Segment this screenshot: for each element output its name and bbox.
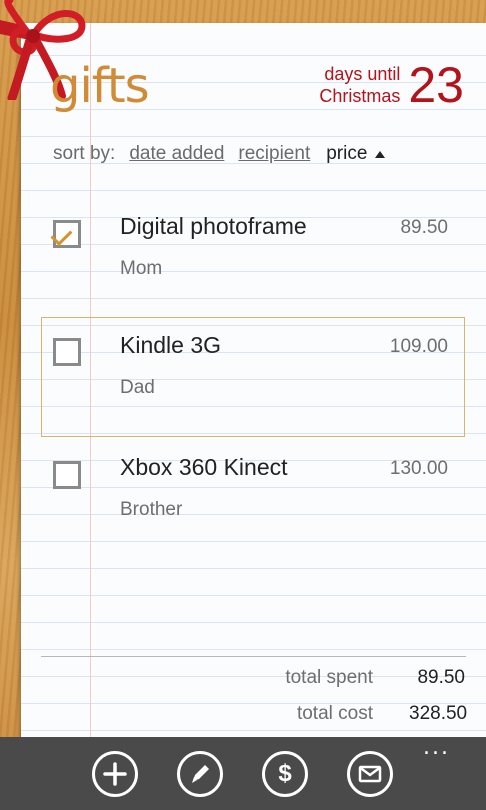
application-bar: $ ... [0,737,486,810]
sort-label: sort by: [53,143,116,164]
gift-checkbox[interactable] [50,220,81,248]
edit-button[interactable] [177,751,223,797]
gift-item[interactable]: Kindle 3G Dad 109.00 [41,317,465,437]
sort-ascending-icon [375,150,386,158]
add-button[interactable] [92,751,138,797]
budget-button[interactable]: $ [262,751,308,797]
countdown-label: days until Christmas [319,63,400,107]
gift-price: 109.00 [389,336,448,357]
sort-option-recipient[interactable]: recipient [238,143,310,165]
sort-option-price[interactable]: price [326,143,386,165]
gift-name: Digital photoframe [120,213,307,239]
gift-recipient: Dad [120,377,155,398]
total-cost-row: total cost 328.50 [296,703,468,725]
dollar-icon: $ [278,760,292,787]
mail-icon [358,765,382,783]
gift-item[interactable]: Xbox 360 Kinect Brother 130.00 [41,438,465,558]
more-options-button[interactable]: ... [423,737,450,759]
gift-checkbox[interactable] [53,338,81,366]
page-title: gifts [50,58,150,114]
total-cost-value: 328.50 [409,703,468,724]
gift-price: 130.00 [389,458,448,479]
total-spent-row: total spent 89.50 [285,667,465,689]
total-cost-label: total cost [296,703,373,724]
gift-price: 89.50 [400,217,448,238]
gift-recipient: Brother [120,499,183,520]
totals-divider [41,656,466,657]
checkmark-icon [50,224,73,246]
total-spent-value: 89.50 [417,667,465,688]
sort-bar: sort by: date added recipient price [53,143,386,165]
total-spent-label: total spent [285,667,373,688]
gift-name: Kindle 3G [120,332,222,358]
countdown-days: 23 [408,57,464,113]
countdown-label-line2: Christmas [319,86,401,106]
gift-checkbox[interactable] [53,461,81,489]
gift-recipient: Mom [120,258,163,279]
email-button[interactable] [347,751,393,797]
add-icon [103,762,127,786]
christmas-countdown: days until Christmas 23 [319,60,464,110]
gift-item[interactable]: Digital photoframe Mom 89.50 [41,197,465,317]
gift-name: Xbox 360 Kinect [120,454,288,480]
countdown-label-line1: days until [324,64,401,84]
sort-option-price-label: price [326,143,368,164]
edit-icon [192,765,209,783]
sort-option-date-added[interactable]: date added [129,143,224,165]
